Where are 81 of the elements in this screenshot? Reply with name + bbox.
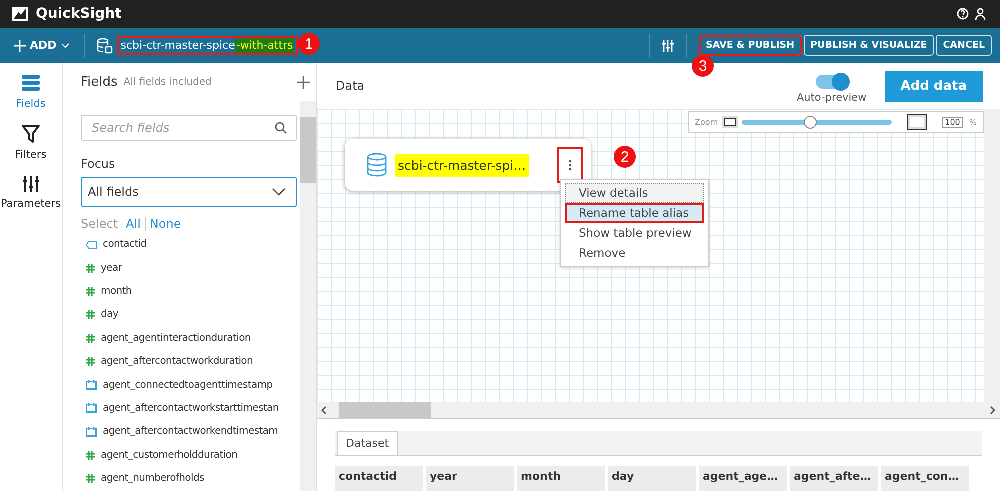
tag-icon bbox=[86, 240, 97, 249]
calendar-icon bbox=[86, 380, 97, 390]
column-header[interactable]: agent_con… bbox=[881, 466, 969, 491]
field-name[interactable]: day bbox=[101, 309, 298, 320]
rail-tab[interactable]: Filters bbox=[15, 124, 47, 161]
field-name[interactable]: agent_customerholdduration bbox=[101, 450, 298, 461]
field-name[interactable]: agent_aftercontactworkendtimestam bbox=[103, 426, 298, 438]
column-header[interactable]: year bbox=[426, 466, 514, 491]
search-icon bbox=[275, 122, 287, 134]
column-header[interactable]: agent_afte… bbox=[790, 466, 878, 491]
more-icon[interactable] bbox=[568, 160, 572, 171]
field-name[interactable]: month bbox=[101, 286, 298, 297]
dataset-name[interactable]: scbi-ctr-master-spice-with-attrs bbox=[116, 36, 298, 55]
menu-item[interactable]: Rename table alias bbox=[565, 203, 704, 224]
rail-tab[interactable]: Parameters bbox=[0, 175, 62, 210]
panel-title: Fields bbox=[81, 74, 118, 90]
hash-icon bbox=[86, 474, 95, 484]
column-header[interactable]: day bbox=[608, 466, 696, 491]
plus-icon bbox=[297, 76, 310, 89]
hash-icon bbox=[86, 357, 95, 366]
hash-icon bbox=[86, 264, 95, 273]
step-badge: 3 bbox=[692, 55, 714, 77]
add-button[interactable]: ADD bbox=[0, 34, 85, 58]
menu-item[interactable]: Show table preview bbox=[565, 223, 704, 244]
plus-icon bbox=[14, 40, 26, 52]
node-label: scbi-ctr-master-spi… bbox=[395, 154, 530, 177]
field-name[interactable]: agent_connectedtoagenttimestamp bbox=[103, 380, 298, 391]
field-name[interactable]: agent_numberofholds bbox=[101, 473, 298, 484]
stack-icon bbox=[21, 73, 41, 93]
hash-icon bbox=[86, 334, 95, 343]
filter-icon bbox=[20, 124, 41, 144]
user-icon[interactable] bbox=[975, 8, 986, 20]
select-label: Select bbox=[81, 217, 118, 231]
toggle-label: Auto-preview bbox=[796, 92, 867, 104]
focus-dropdown[interactable]: All fields bbox=[81, 177, 297, 207]
column-header[interactable]: agent_age… bbox=[699, 466, 787, 491]
zoom-in-icon[interactable] bbox=[908, 115, 926, 130]
field-name[interactable]: agent_aftercontactworkduration bbox=[101, 356, 298, 368]
logo-icon bbox=[12, 7, 28, 21]
database-icon bbox=[367, 153, 387, 178]
column-header[interactable]: contactid bbox=[335, 466, 423, 491]
scrollbar[interactable] bbox=[300, 101, 316, 491]
scrollbar[interactable] bbox=[984, 109, 1000, 402]
help-icon[interactable] bbox=[957, 8, 969, 20]
node-menu-button[interactable] bbox=[557, 147, 583, 184]
save-publish-button[interactable]: SAVE & PUBLISH bbox=[698, 35, 802, 56]
field-name[interactable]: agent_aftercontactworkstarttimestan bbox=[103, 402, 298, 414]
sliders-icon bbox=[22, 175, 40, 193]
hash-icon bbox=[86, 286, 95, 296]
sliders-icon[interactable] bbox=[662, 40, 674, 52]
menu-item[interactable]: View details bbox=[565, 183, 704, 204]
rail-tab[interactable]: Fields bbox=[16, 73, 46, 110]
app-title: QuickSight bbox=[36, 6, 122, 22]
cancel-button[interactable]: CANCEL bbox=[936, 35, 992, 56]
scrollbar[interactable] bbox=[317, 402, 1000, 418]
zoom-out-icon[interactable] bbox=[724, 118, 736, 126]
calendar-icon bbox=[86, 426, 97, 437]
field-name[interactable]: agent_agentinteractionduration bbox=[101, 332, 298, 344]
auto-preview-toggle[interactable] bbox=[816, 74, 848, 89]
hash-icon bbox=[86, 450, 95, 460]
scrollbar-thumb[interactable] bbox=[339, 402, 431, 418]
caret-icon bbox=[60, 42, 70, 48]
database-icon bbox=[96, 38, 113, 54]
chevron-icon bbox=[272, 188, 286, 196]
menu-item[interactable]: Remove bbox=[565, 243, 704, 264]
hash-icon bbox=[86, 310, 95, 320]
select-none-link[interactable]: None bbox=[150, 217, 182, 231]
column-header[interactable]: month bbox=[517, 466, 605, 491]
panel-subtitle: All fields included bbox=[124, 76, 212, 88]
calendar-icon bbox=[86, 403, 97, 414]
publish-visualize-button[interactable]: PUBLISH & VISUALIZE bbox=[804, 35, 934, 56]
zoom-unit: % bbox=[969, 118, 977, 127]
dataset-tab[interactable]: Dataset bbox=[337, 431, 398, 455]
select-all-link[interactable]: All bbox=[126, 217, 141, 231]
zoom-value[interactable]: 100 bbox=[942, 116, 964, 128]
field-name[interactable]: year bbox=[101, 262, 298, 274]
focus-label: Focus bbox=[81, 157, 116, 171]
zoom-label: Zoom bbox=[695, 118, 718, 127]
section-title: Data bbox=[336, 79, 365, 94]
field-name[interactable]: contactid bbox=[103, 239, 298, 250]
search-field[interactable]: Search fields bbox=[81, 115, 297, 141]
